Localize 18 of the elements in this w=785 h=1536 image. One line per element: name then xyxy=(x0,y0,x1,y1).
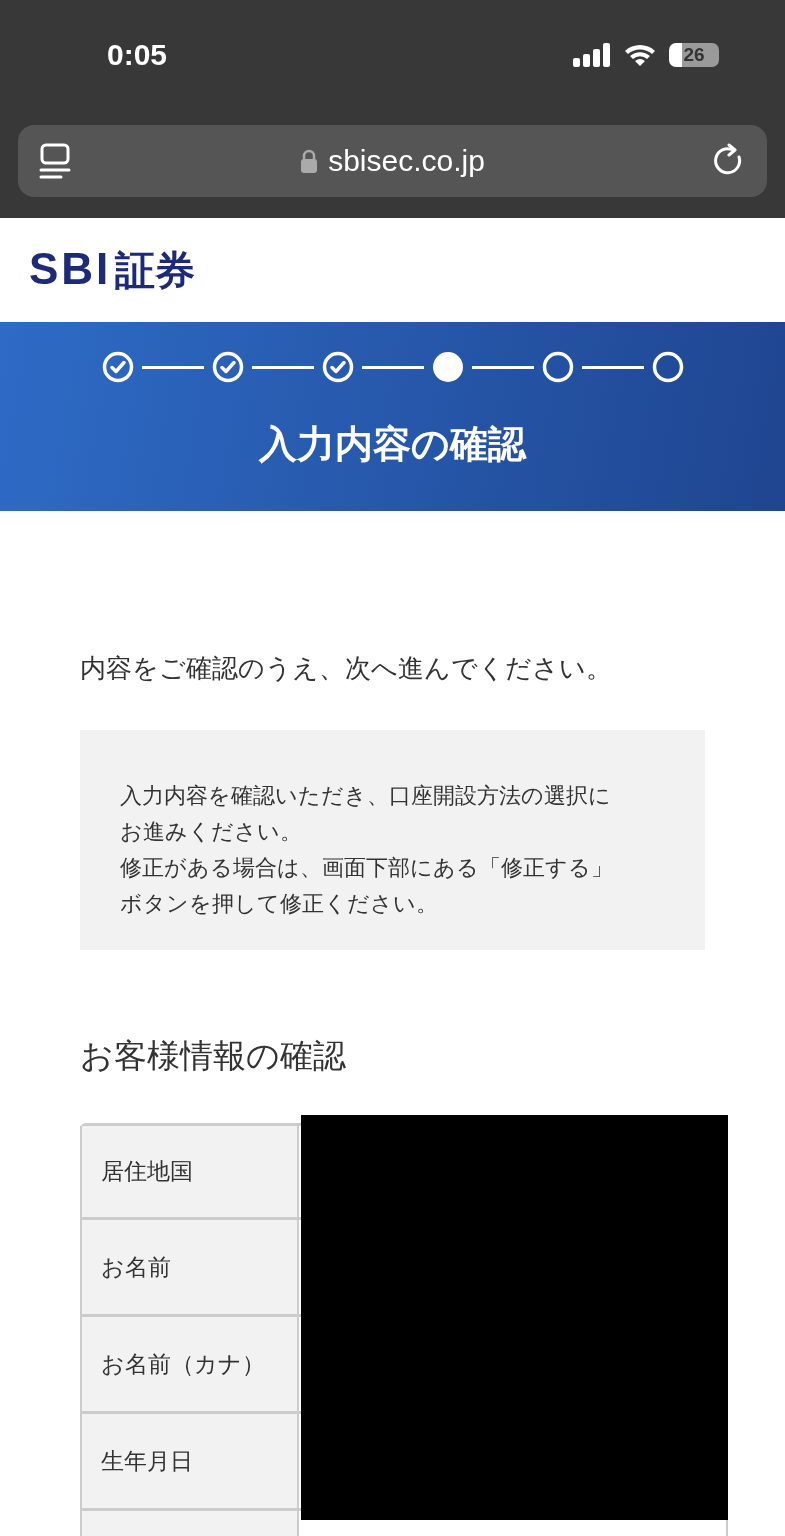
section-title: お客様情報の確認 xyxy=(80,1035,347,1077)
wifi-icon xyxy=(623,43,657,67)
label-cell: 生年月日 xyxy=(80,1414,299,1508)
tabs-icon[interactable] xyxy=(38,142,72,180)
url-text[interactable]: sbisec.co.jp xyxy=(328,144,485,178)
label-cell: 居住地国 xyxy=(80,1126,299,1217)
logo[interactable]: SBI 証券 xyxy=(29,242,196,298)
address-bar[interactable]: sbisec.co.jp xyxy=(18,125,767,197)
signal-icon xyxy=(573,43,611,67)
status-time: 0:05 xyxy=(107,38,168,72)
label-cell: お名前（カナ） xyxy=(80,1317,299,1411)
battery-indicator: 26 xyxy=(669,43,719,67)
notice-text: 入力内容を確認いただき、口座開設方法の選択にお進みください。 xyxy=(120,782,612,846)
notice-text: 修正がある場合は、画面下部にある「修正する」ボタンを押して修正ください。 xyxy=(120,854,614,918)
label-cell: お名前 xyxy=(80,1220,299,1314)
page-title: 入力内容の確認 xyxy=(259,421,526,468)
intro-text: 内容をご確認のうえ、次へ進んでください。 xyxy=(80,652,613,685)
lock-icon xyxy=(300,149,319,173)
